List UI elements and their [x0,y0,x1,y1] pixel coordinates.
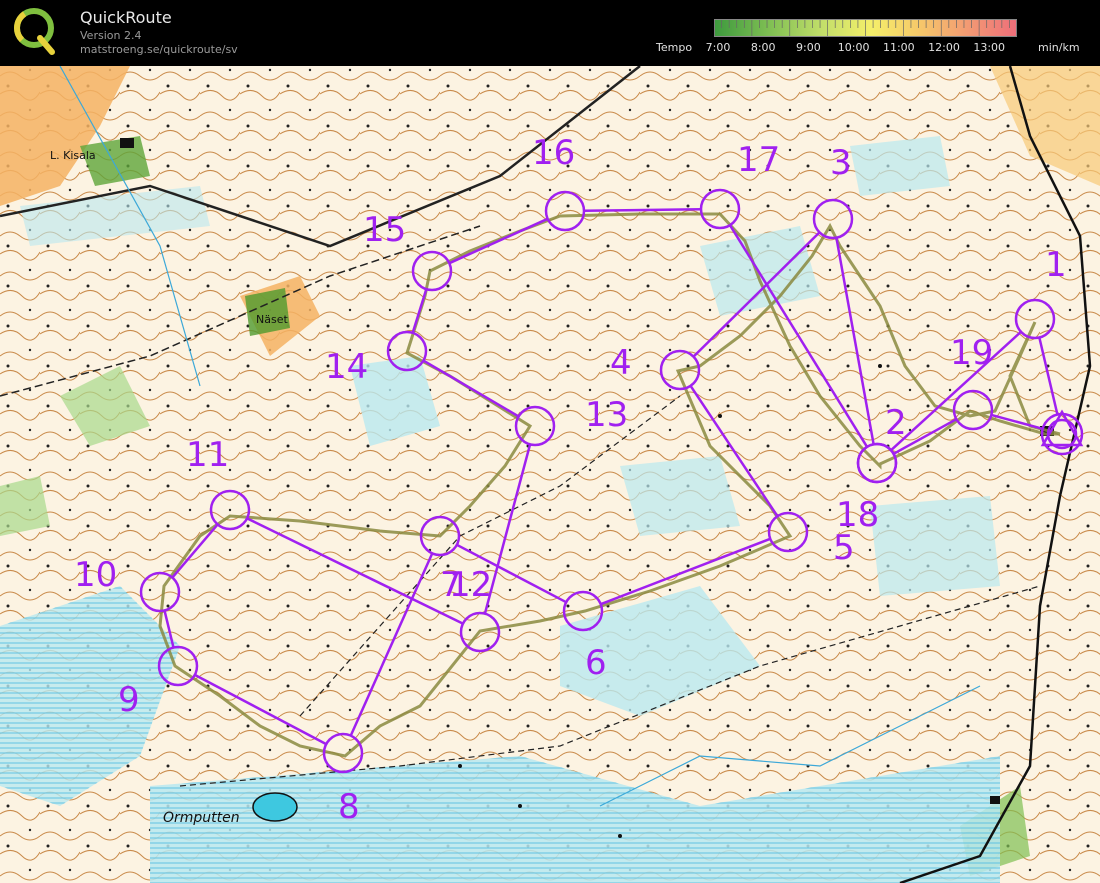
control-number-12: 12 [449,565,492,605]
header-bar: QuickRoute Version 2.4 matstroeng.se/qui… [0,0,1100,66]
control-number-9: 9 [118,680,140,720]
control-number-6: 6 [585,643,607,683]
control-number-14: 14 [325,347,368,387]
place-name-kisala: L. Kisala [50,149,96,162]
course-leg [583,207,702,213]
tempo-tick-label: 8:00 [750,41,776,54]
control-number-2: 2 [885,403,907,443]
tempo-label: Tempo [656,41,693,54]
app-url[interactable]: matstroeng.se/quickroute/sv [80,43,238,56]
tempo-scale-ticks [714,20,1017,36]
app-title: QuickRoute [80,8,172,27]
control-number-15: 15 [363,210,406,250]
ormputten-pond [252,792,298,822]
map-canvas: L. Kisala Näset Ormputten 12345678910111… [0,66,1100,883]
quickroute-logo-icon [14,8,55,55]
control-number-13: 13 [585,395,628,435]
control-number-19: 19 [950,333,993,373]
contour-lines [0,66,1100,883]
place-name-naset: Näset [256,313,288,326]
tempo-tick-label: 9:00 [796,41,821,54]
app-version: Version 2.4 [80,29,142,42]
control-number-10: 10 [74,555,117,595]
tempo-tick-label: 12:00 [928,41,960,54]
control-number-3: 3 [830,143,852,183]
orienteering-map[interactable]: L. Kisala Näset Ormputten 1 2 3 4 5 6 7 8 9 10 11 1… [0,66,1100,883]
control-number-16: 16 [532,133,575,173]
tempo-tick-label: 10:00 [837,41,870,54]
control-number-1: 1 [1045,245,1067,285]
control-number-11: 11 [186,435,229,475]
tempo-unit: min/km [1038,41,1080,54]
control-number-17: 17 [737,140,780,180]
tempo-tick-label: 7:00 [705,41,731,54]
control-number-18: 18 [836,495,879,535]
place-name-ormputten: Ormputten [163,810,240,826]
quickroute-app: QuickRoute Version 2.4 matstroeng.se/qui… [0,0,1100,883]
tempo-tick-label: 11:00 [882,41,915,54]
control-number-4: 4 [610,343,632,383]
tempo-tick-label: 13:00 [973,41,1006,54]
control-number-8: 8 [338,787,360,827]
